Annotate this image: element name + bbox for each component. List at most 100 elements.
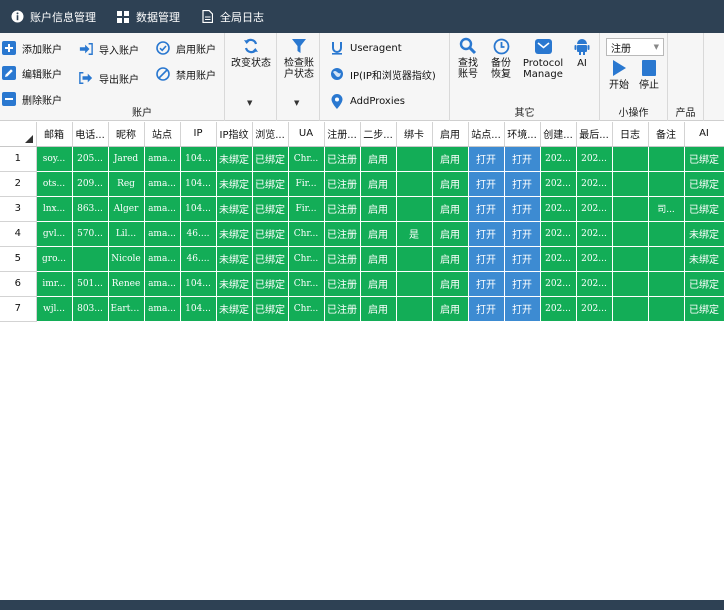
table-cell[interactable]: Chr... [288, 271, 325, 297]
table-cell[interactable]: 启用 [360, 196, 397, 222]
select-all-corner[interactable] [0, 122, 37, 147]
table-cell[interactable]: ama... [144, 196, 181, 222]
row-number[interactable]: 2 [0, 171, 37, 197]
table-cell[interactable] [612, 196, 649, 222]
table-cell[interactable]: 启用 [360, 246, 397, 272]
import-account-button[interactable]: 导入账户 [79, 38, 139, 60]
table-cell[interactable]: 501... [72, 271, 109, 297]
tab-global-log[interactable]: 全局日志 [190, 0, 274, 33]
table-cell[interactable]: wjl... [36, 296, 73, 322]
table-cell[interactable]: Jared [108, 146, 145, 172]
table-cell[interactable]: 打开 [468, 296, 505, 322]
table-cell[interactable]: 202... [540, 271, 577, 297]
table-cell[interactable]: ama... [144, 171, 181, 197]
table-row[interactable]: 2 ots... 209... Reg ama... 104... 未绑定 已绑定 Fir...… [0, 171, 724, 197]
table-cell[interactable]: 未绑定 [216, 246, 253, 272]
table-cell[interactable]: 202... [540, 171, 577, 197]
table-cell[interactable]: gvl... [36, 221, 73, 247]
table-cell[interactable]: 打开 [468, 221, 505, 247]
edit-account-button[interactable]: 编辑账户 [2, 62, 62, 84]
table-cell[interactable]: 启用 [360, 146, 397, 172]
table-cell[interactable] [396, 271, 433, 297]
table-cell[interactable] [648, 171, 685, 197]
table-cell[interactable]: 已注册 [324, 196, 361, 222]
useragent-button[interactable]: Useragent [330, 37, 402, 59]
table-cell[interactable]: Fir... [288, 171, 325, 197]
table-cell[interactable]: 已绑定 [684, 296, 724, 322]
row-number[interactable]: 6 [0, 271, 37, 297]
table-cell[interactable] [396, 296, 433, 322]
table-cell[interactable]: 570... [72, 221, 109, 247]
table-row[interactable]: 5 gro... Nicole ama... 46.... 未绑定 已绑定 Chr... 已注册… [0, 246, 724, 272]
column-header[interactable]: AI [684, 122, 724, 147]
row-number[interactable]: 7 [0, 296, 37, 322]
table-cell[interactable]: Chr... [288, 246, 325, 272]
table-cell[interactable]: 202... [576, 146, 613, 172]
add-account-button[interactable]: 添加账户 [2, 37, 62, 59]
table-cell[interactable]: 启用 [432, 171, 469, 197]
table-cell[interactable]: Reg [108, 171, 145, 197]
table-row[interactable]: 6 imr... 501... Renee ama... 104... 未绑定 已绑定 Chr.… [0, 271, 724, 297]
table-cell[interactable]: 已注册 [324, 146, 361, 172]
table-cell[interactable] [648, 271, 685, 297]
table-cell[interactable]: 202... [576, 271, 613, 297]
table-cell[interactable] [612, 271, 649, 297]
table-cell[interactable]: 打开 [504, 146, 541, 172]
table-cell[interactable]: 202... [576, 171, 613, 197]
table-cell[interactable]: Renee [108, 271, 145, 297]
table-cell[interactable]: 202... [540, 246, 577, 272]
table-cell[interactable]: 未绑定 [216, 196, 253, 222]
table-cell[interactable]: 未绑定 [684, 246, 724, 272]
column-header[interactable]: 注册... [324, 122, 361, 147]
column-header[interactable]: 日志 [612, 122, 649, 147]
table-cell[interactable]: 打开 [504, 296, 541, 322]
row-number[interactable]: 4 [0, 221, 37, 247]
table-cell[interactable]: 209... [72, 171, 109, 197]
change-status-button[interactable]: 改变状态 [229, 37, 273, 69]
table-cell[interactable]: soy... [36, 146, 73, 172]
table-cell[interactable]: ama... [144, 296, 181, 322]
table-cell[interactable]: 已绑定 [684, 271, 724, 297]
table-cell[interactable]: 启用 [432, 271, 469, 297]
table-cell[interactable]: 未绑定 [216, 271, 253, 297]
check-status-button[interactable]: 检查账 户状态 [279, 37, 319, 80]
table-cell[interactable]: 202... [540, 296, 577, 322]
table-cell[interactable] [612, 146, 649, 172]
table-cell[interactable]: Chr... [288, 146, 325, 172]
disable-account-button[interactable]: 禁用账户 [156, 63, 216, 85]
table-cell[interactable]: Eartha [108, 296, 145, 322]
table-cell[interactable]: 已绑定 [252, 171, 289, 197]
table-cell[interactable]: 已绑定 [252, 296, 289, 322]
column-header[interactable]: 最后... [576, 122, 613, 147]
table-cell[interactable]: 启用 [360, 171, 397, 197]
table-cell[interactable]: imr... [36, 271, 73, 297]
table-cell[interactable]: 已注册 [324, 271, 361, 297]
table-cell[interactable]: 46.... [180, 246, 217, 272]
table-cell[interactable] [612, 246, 649, 272]
tab-data-management[interactable]: 数据管理 [106, 0, 190, 33]
table-cell[interactable]: 已注册 [324, 246, 361, 272]
table-cell[interactable]: 启用 [432, 246, 469, 272]
table-cell[interactable]: Fir... [288, 196, 325, 222]
table-cell[interactable]: Chr... [288, 221, 325, 247]
table-cell[interactable]: 202... [576, 246, 613, 272]
table-cell[interactable]: 已绑定 [252, 221, 289, 247]
start-button[interactable]: 开始 [606, 59, 632, 91]
table-cell[interactable]: ama... [144, 246, 181, 272]
column-header[interactable]: 电话... [72, 122, 109, 147]
check-status-dropdown-arrow[interactable]: ▼ [294, 99, 299, 107]
table-cell[interactable]: 未绑定 [216, 146, 253, 172]
table-cell[interactable]: 打开 [504, 171, 541, 197]
column-header[interactable]: 创建... [540, 122, 577, 147]
table-cell[interactable]: 46.... [180, 221, 217, 247]
ai-button[interactable]: AI [570, 37, 594, 69]
table-row[interactable]: 1 soy... 205... Jared ama... 104... 未绑定 已绑定 Chr.… [0, 146, 724, 172]
column-header[interactable]: 启用 [432, 122, 469, 147]
table-cell[interactable]: 是 [396, 221, 433, 247]
table-cell[interactable]: 司... [648, 196, 685, 222]
table-cell[interactable]: 已绑定 [252, 271, 289, 297]
row-number[interactable]: 5 [0, 246, 37, 272]
enable-account-button[interactable]: 启用账户 [156, 37, 216, 59]
table-cell[interactable]: Nicole [108, 246, 145, 272]
table-cell[interactable]: 104... [180, 271, 217, 297]
